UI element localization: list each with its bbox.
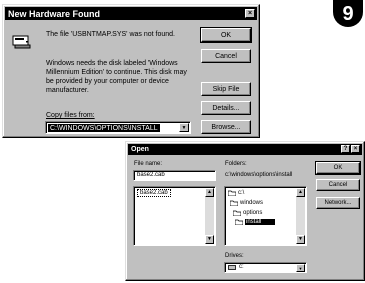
folder-item-c[interactable]: c:\	[228, 190, 244, 196]
insert-disk-line-2: Millennium Edition' to continue. This di…	[46, 69, 187, 76]
list-item[interactable]: base2.cab	[137, 189, 171, 197]
cancel-button[interactable]: Cancel	[201, 49, 251, 63]
insert-disk-line-1: Windows needs the disk labeled 'Windows	[46, 60, 178, 67]
scroll-up-icon[interactable]: ▲	[205, 188, 214, 197]
step-number: 9	[342, 3, 354, 25]
copy-from-label: Copy files from:	[46, 112, 95, 119]
open-dialog-titlebar: Open ? ×	[128, 144, 362, 155]
open-dialog-title: Open	[131, 146, 149, 153]
disk-drive-icon	[12, 32, 32, 50]
chevron-down-icon[interactable]: ▼	[296, 264, 305, 272]
current-folder-path: c:\windows\options\install	[225, 172, 293, 178]
open-folder-icon	[235, 219, 243, 225]
drives-value: c:	[239, 264, 244, 270]
folder-tree-scrollbar[interactable]: ▲ ▼	[296, 188, 305, 244]
open-ok-button[interactable]: OK	[315, 161, 361, 175]
hard-drive-icon	[228, 265, 236, 270]
insert-disk-line-4: manufacturer.	[46, 87, 89, 94]
hardware-dialog-title: New Hardware Found	[8, 8, 101, 19]
scroll-down-icon[interactable]: ▼	[296, 235, 305, 244]
file-list-scrollbar[interactable]: ▲ ▼	[205, 188, 214, 244]
folder-item-install[interactable]: install	[235, 219, 276, 225]
new-hardware-dialog: New Hardware Found × The file 'USBNTMAP.…	[2, 4, 260, 138]
close-icon[interactable]: ×	[351, 145, 360, 153]
file-name-input[interactable]: base2.cab	[133, 170, 216, 181]
help-icon[interactable]: ?	[341, 145, 350, 153]
open-folder-icon	[233, 210, 241, 216]
open-folder-icon	[228, 190, 236, 196]
drives-label: Drives:	[225, 253, 244, 259]
copy-from-value: C:\WINDOWS\OPTIONS\INSTALL	[50, 124, 158, 132]
open-cancel-button[interactable]: Cancel	[316, 179, 360, 191]
file-list-item-label: base2.cab	[140, 190, 168, 196]
open-folder-icon	[230, 200, 238, 206]
folder-tree[interactable]: c:\ windows options install ▲ ▼	[224, 186, 307, 246]
file-not-found-message: The file 'USBNTMAP.SYS' was not found.	[46, 31, 175, 38]
folder-item-windows[interactable]: windows	[230, 200, 263, 206]
file-name-label: File name:	[134, 161, 163, 167]
scroll-down-icon[interactable]: ▼	[205, 235, 214, 244]
copy-from-value-highlight: C:\WINDOWS\OPTIONS\INSTALL	[48, 124, 160, 132]
hardware-dialog-titlebar: New Hardware Found ×	[5, 7, 257, 20]
copy-from-combobox[interactable]: C:\WINDOWS\OPTIONS\INSTALL ▼	[45, 121, 191, 134]
skip-file-button[interactable]: Skip File	[201, 82, 251, 96]
open-dialog: Open ? × File name: base2.cab base2.cab …	[125, 141, 365, 281]
chevron-down-icon[interactable]: ▼	[179, 123, 189, 132]
browse-button[interactable]: Browse...	[201, 120, 251, 134]
folders-label: Folders:	[225, 161, 247, 167]
drives-combobox[interactable]: c: ▼	[224, 262, 307, 273]
file-list[interactable]: base2.cab ▲ ▼	[133, 186, 216, 246]
network-button[interactable]: Network...	[316, 197, 360, 209]
ok-button[interactable]: OK	[200, 27, 252, 43]
details-button[interactable]: Details...	[201, 101, 251, 115]
scroll-up-icon[interactable]: ▲	[296, 188, 305, 197]
file-name-value: base2.cab	[137, 172, 165, 178]
folder-item-install-label: install	[245, 219, 276, 225]
insert-disk-line-3: be provided by your computer or device	[46, 78, 169, 85]
close-icon[interactable]: ×	[245, 9, 255, 18]
step-badge: 9	[333, 0, 363, 27]
folder-item-options[interactable]: options	[233, 210, 262, 216]
